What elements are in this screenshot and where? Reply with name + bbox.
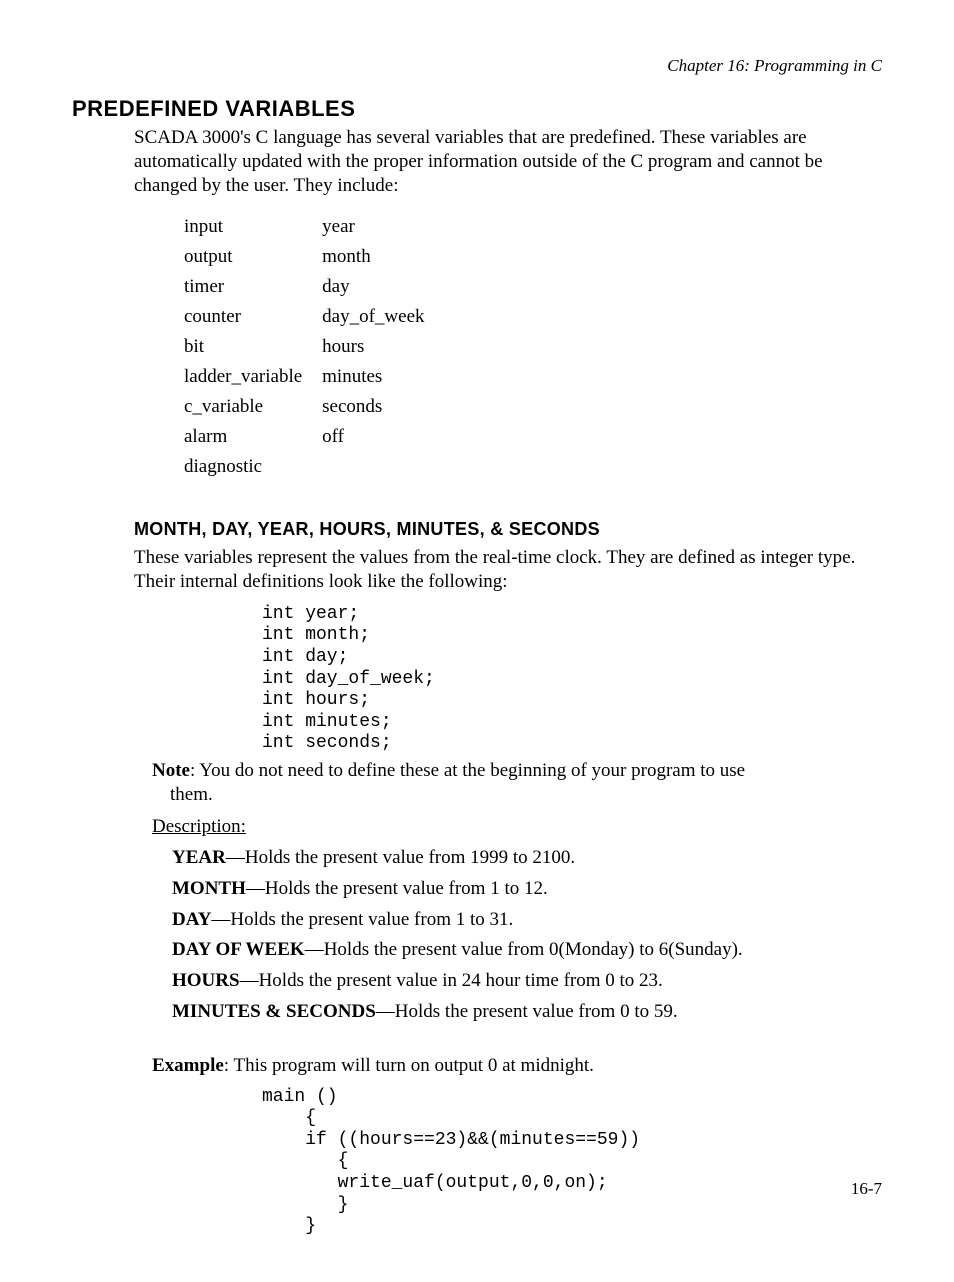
var-col2-0: year [322,213,442,241]
var-col2-6: seconds [322,393,442,421]
page-number: 16-7 [851,1179,882,1199]
var-col2-2: day [322,273,442,301]
var-col2-5: minutes [322,363,442,391]
var-col2-4: hours [322,333,442,361]
desc-hours: HOURS—Holds the present value in 24 hour… [172,969,882,994]
var-col2-3: day_of_week [322,303,442,331]
description-heading: Description: [152,816,882,838]
var-col2-1: month [322,243,442,271]
desc-minsec: MINUTES & SECONDS—Holds the present valu… [172,1000,882,1025]
desc-text: —Holds the present value from 1 to 12. [246,878,548,899]
code-block-example: main () { if ((hours==23)&&(minutes==59)… [262,1087,882,1238]
var-col2-7: off [322,423,442,451]
var-col1-2: timer [184,273,320,301]
var-col2-8 [322,453,442,481]
desc-text: —Holds the present value from 0(Monday) … [305,939,743,960]
note-paragraph: Note: You do not need to define these at… [152,759,882,807]
desc-dayofweek: DAY OF WEEK—Holds the present value from… [172,938,882,963]
desc-month: MONTH—Holds the present value from 1 to … [172,877,882,902]
note-label: Note [152,760,190,781]
intro-paragraph: SCADA 3000's C language has several vari… [134,126,872,197]
note-text-2: them. [170,783,882,807]
desc-text: —Holds the present value in 24 hour time… [240,970,663,991]
heading-predefined-variables: PREDEFINED VARIABLES [72,96,882,122]
var-col1-6: c_variable [184,393,320,421]
var-col1-7: alarm [184,423,320,451]
desc-term: MONTH [172,878,246,899]
var-col1-3: counter [184,303,320,331]
note-text-1: : You do not need to define these at the… [190,760,745,781]
var-col1-4: bit [184,333,320,361]
desc-year: YEAR—Holds the present value from 1999 t… [172,846,882,871]
example-label: Example [152,1055,224,1076]
desc-term: DAY OF WEEK [172,939,305,960]
desc-day: DAY—Holds the present value from 1 to 31… [172,908,882,933]
desc-text: —Holds the present value from 1999 to 21… [226,847,575,868]
var-col1-1: output [184,243,320,271]
desc-term: MINUTES & SECONDS [172,1001,376,1022]
example-paragraph: Example: This program will turn on outpu… [152,1055,882,1077]
desc-term: HOURS [172,970,240,991]
var-col1-5: ladder_variable [184,363,320,391]
var-col1-0: input [184,213,320,241]
example-text: : This program will turn on output 0 at … [224,1055,594,1076]
code-block-definitions: int year; int month; int day; int day_of… [262,604,882,755]
var-col1-8: diagnostic [184,453,320,481]
desc-text: —Holds the present value from 1 to 31. [211,909,513,930]
desc-text: —Holds the present value from 0 to 59. [376,1001,678,1022]
desc-term: YEAR [172,847,226,868]
running-header: Chapter 16: Programming in C [72,56,882,76]
time-vars-paragraph: These variables represent the values fro… [134,546,872,594]
heading-time-variables: MONTH, DAY, YEAR, HOURS, MINUTES, & SECO… [134,519,882,540]
desc-term: DAY [172,909,211,930]
predefined-variables-table: inputyear outputmonth timerday counterda… [182,211,445,483]
